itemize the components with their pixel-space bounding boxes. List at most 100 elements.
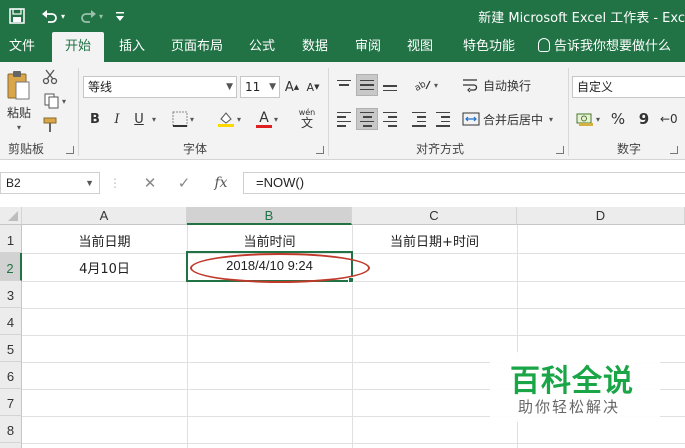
align-center-icon[interactable] xyxy=(356,108,378,130)
font-name-value: 等线 xyxy=(88,80,113,94)
tab-home[interactable]: 开始 xyxy=(52,32,104,62)
highlight-ellipse xyxy=(190,253,370,283)
increase-decimal-icon[interactable]: ←0 xyxy=(660,108,685,130)
window-title: 新建 Microsoft Excel 工作表 - Exc xyxy=(478,11,685,26)
font-size-value: 11 xyxy=(245,80,261,94)
paste-dropdown-chevron-icon[interactable]: ▾ xyxy=(10,122,26,132)
excel-window: ▾ ▾ 新建 Microsoft Excel 工作表 - Exc 文件 开始 插… xyxy=(0,0,685,448)
cell-b1[interactable]: 当前时间 xyxy=(187,231,352,250)
wrap-text-button[interactable]: 自动换行 xyxy=(462,74,542,96)
decrease-indent-icon[interactable] xyxy=(408,108,430,130)
tab-data[interactable]: 数据 xyxy=(293,32,337,62)
column-header-d[interactable]: D xyxy=(517,207,685,225)
font-name-select[interactable]: 等线 ▼ xyxy=(83,76,237,98)
wrap-text-icon xyxy=(463,79,478,93)
tab-view[interactable]: 视图 xyxy=(398,32,442,62)
enter-check-icon[interactable]: ✓ xyxy=(174,172,194,194)
row-header-3[interactable]: 3 xyxy=(0,281,22,308)
number-format-select[interactable]: 自定义 xyxy=(572,76,685,98)
font-color-letter: A xyxy=(255,111,272,128)
number-launcher-icon[interactable] xyxy=(670,146,678,154)
row-header-9[interactable]: 9 xyxy=(0,443,22,448)
format-painter-icon[interactable] xyxy=(40,116,60,134)
merge-center-button[interactable]: 合并后居中 ▾ xyxy=(462,108,566,130)
redo-icon[interactable]: ▾ xyxy=(76,6,106,26)
accounting-format-icon[interactable]: ▾ xyxy=(572,108,604,130)
row-header-4[interactable]: 4 xyxy=(0,308,22,335)
paste-icon[interactable] xyxy=(4,68,32,104)
lightbulb-icon xyxy=(538,38,550,52)
undo-icon[interactable]: ▾ xyxy=(38,6,68,26)
font-launcher-icon[interactable] xyxy=(316,146,324,154)
align-right-icon[interactable] xyxy=(380,108,400,130)
phonetic-char: 文 xyxy=(300,116,313,130)
bold-button[interactable]: B xyxy=(86,108,104,130)
select-all-corner[interactable] xyxy=(0,207,22,225)
clipboard-group-label: 剪贴板 xyxy=(8,142,45,156)
font-color-icon[interactable]: A ▾ xyxy=(250,108,284,130)
tab-file[interactable]: 文件 xyxy=(0,32,44,62)
percent-button[interactable]: % xyxy=(608,108,628,130)
watermark-subtitle: 助你轻松解决 xyxy=(518,398,621,416)
group-divider xyxy=(78,68,79,156)
tell-me-search[interactable]: 告诉我你想要做什么 xyxy=(538,32,671,62)
align-middle-icon[interactable] xyxy=(356,74,378,96)
alignment-group-label: 对齐方式 xyxy=(416,142,465,156)
row-header-7[interactable]: 7 xyxy=(0,389,22,416)
formula-bar-grip-icon[interactable]: ⋮ xyxy=(109,172,121,194)
orientation-icon[interactable]: ab ▾ xyxy=(410,74,442,96)
paste-button[interactable]: 粘贴 xyxy=(4,104,34,120)
watermark: 百科全说 助你轻松解决 xyxy=(490,352,660,422)
tab-formulas[interactable]: 公式 xyxy=(240,32,284,62)
underline-dropdown-chevron-icon[interactable]: ▾ xyxy=(148,108,158,130)
ribbon-home: 粘贴 ▾ ▾ 剪贴板 等线 ▼ 11 ▼ A ▲ A ▼ B I U ▾ ▾ ▾ A ▾ xyxy=(0,62,685,160)
align-top-icon[interactable] xyxy=(334,74,354,96)
cell-c1[interactable]: 当前日期+时间 xyxy=(352,231,517,250)
align-bottom-icon[interactable] xyxy=(380,74,400,96)
align-left-icon[interactable] xyxy=(334,108,354,130)
increase-indent-icon[interactable] xyxy=(432,108,454,130)
comma-style-button[interactable]: 9 xyxy=(634,108,654,130)
decrease-font-size-icon[interactable]: A ▼ xyxy=(303,76,323,98)
name-box[interactable]: B2 ▼ xyxy=(0,172,100,194)
row-header-2[interactable]: 2 xyxy=(0,253,22,281)
row-header-6[interactable]: 6 xyxy=(0,362,22,389)
tab-features[interactable]: 特色功能 xyxy=(452,32,526,62)
clipboard-launcher-icon[interactable] xyxy=(66,146,74,154)
underline-button[interactable]: U xyxy=(130,108,148,130)
watermark-title: 百科全说 xyxy=(510,364,634,399)
column-header-b[interactable]: B xyxy=(187,207,352,225)
tell-me-text: 告诉我你想要做什么 xyxy=(554,39,672,54)
cell-a1[interactable]: 当前日期 xyxy=(22,231,187,250)
borders-icon[interactable]: ▾ xyxy=(166,108,200,130)
row-header-8[interactable]: 8 xyxy=(0,416,22,443)
fill-handle[interactable] xyxy=(348,277,354,283)
customize-icon[interactable] xyxy=(112,6,128,26)
insert-function-button[interactable]: fx xyxy=(208,172,234,194)
gridline xyxy=(22,308,685,309)
group-divider xyxy=(568,68,569,156)
tab-review[interactable]: 审阅 xyxy=(346,32,390,62)
cut-icon[interactable] xyxy=(40,68,60,86)
tab-insert[interactable]: 插入 xyxy=(110,32,154,62)
copy-icon[interactable]: ▾ xyxy=(40,92,70,110)
increase-font-size-icon[interactable]: A ▲ xyxy=(282,76,302,98)
phonetic-icon[interactable]: wén 文 xyxy=(292,104,322,132)
svg-text:ab: ab xyxy=(414,79,428,93)
cancel-icon[interactable]: ✕ xyxy=(140,172,160,194)
column-header-c[interactable]: C xyxy=(352,207,517,225)
row-header-1[interactable]: 1 xyxy=(0,225,22,253)
title-bar: ▾ ▾ 新建 Microsoft Excel 工作表 - Exc xyxy=(0,0,685,32)
font-size-select[interactable]: 11 ▼ xyxy=(240,76,280,98)
formula-bar: B2 ▼ ⋮ ✕ ✓ fx =NOW() xyxy=(0,160,685,207)
row-header-5[interactable]: 5 xyxy=(0,335,22,362)
formula-input[interactable]: =NOW() xyxy=(243,172,685,194)
save-icon[interactable] xyxy=(6,6,28,26)
column-header-a[interactable]: A xyxy=(22,207,187,225)
alignment-launcher-icon[interactable] xyxy=(556,146,564,154)
fill-color-icon[interactable]: ▾ xyxy=(212,108,246,130)
gridline xyxy=(22,443,685,444)
italic-button[interactable]: I xyxy=(108,108,126,130)
tab-page-layout[interactable]: 页面布局 xyxy=(162,32,232,62)
cell-a2[interactable]: 4月10日 xyxy=(22,258,187,277)
